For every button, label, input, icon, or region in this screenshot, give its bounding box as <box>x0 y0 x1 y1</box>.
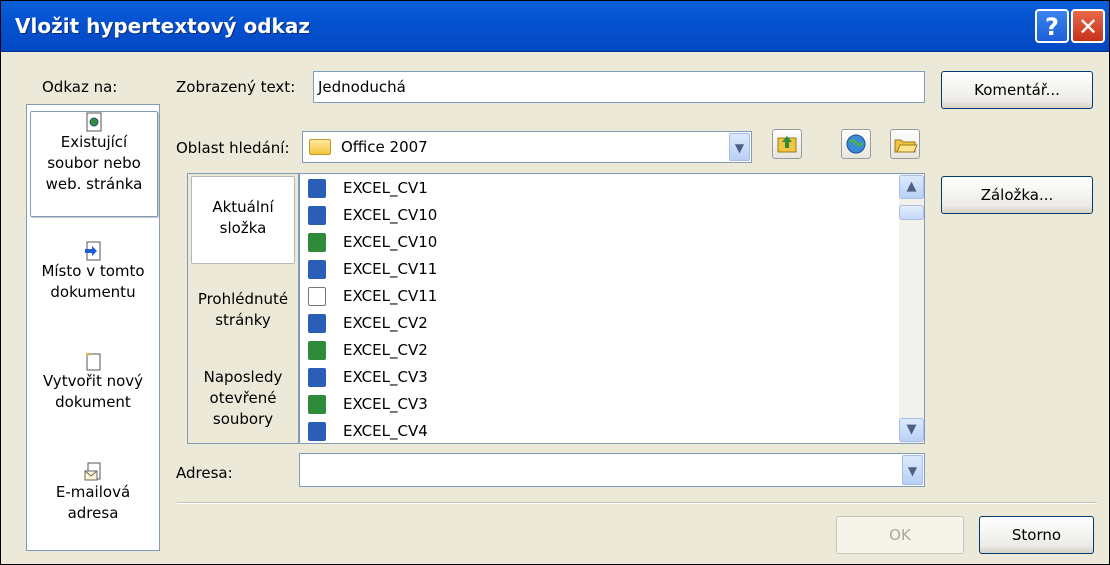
link-place-line2: dokumentu <box>50 283 136 301</box>
link-email-line2: adresa <box>67 504 119 522</box>
word-doc-icon <box>308 314 326 333</box>
look-in-dropdown[interactable]: Office 2007 ▼ <box>302 131 752 163</box>
link-to-panel: Existující soubor nebo web. stránka Míst… <box>26 104 160 551</box>
link-new-line1: Vytvořit nový <box>42 372 144 390</box>
nav-recent-line1: Naposledy <box>203 368 283 386</box>
comment-button[interactable]: Komentář... <box>941 71 1093 109</box>
link-email-address[interactable]: E-mailová adresa <box>27 462 159 524</box>
ok-button[interactable]: OK <box>836 516 964 554</box>
word-doc-icon <box>308 206 326 225</box>
browse-web-icon[interactable] <box>841 129 871 159</box>
look-in-label: Oblast hledání: <box>176 139 290 157</box>
display-text-field[interactable]: Jednoduchá <box>313 71 925 103</box>
scroll-thumb[interactable] <box>899 205 924 220</box>
link-existing-file-line3: web. stránka <box>45 175 143 193</box>
hyperlink-dialog: Vložit hypertextový odkaz ? ✕ Odkaz na: … <box>0 0 1110 565</box>
nav-current-line2: složka <box>219 219 267 237</box>
nav-panel: Aktuální složka Prohlédnuté stránky Napo… <box>187 173 299 444</box>
link-existing-file-line2: soubor nebo <box>47 154 141 172</box>
up-folder-icon[interactable] <box>772 129 802 159</box>
link-existing-file-line1: Existující <box>60 133 128 151</box>
excel-doc-icon <box>308 341 326 360</box>
link-to-label: Odkaz na: <box>42 78 118 96</box>
file-list[interactable]: EXCEL_CV1 EXCEL_CV10 EXCEL_CV10 EXCEL_CV… <box>299 173 925 444</box>
link-place-in-document[interactable]: Místo v tomto dokumentu <box>27 241 159 303</box>
email-icon <box>84 462 102 482</box>
chevron-down-icon[interactable]: ▼ <box>902 455 923 485</box>
address-label: Adresa: <box>176 464 233 482</box>
link-new-line2: dokument <box>55 393 131 411</box>
word-doc-icon <box>308 179 326 198</box>
nav-recent-files[interactable]: Naposledy otevřené soubory <box>188 367 298 430</box>
look-in-value: Office 2007 <box>341 138 428 156</box>
nav-current-line1: Aktuální <box>212 198 274 216</box>
dialog-title: Vložit hypertextový odkaz <box>15 14 310 38</box>
nav-browsed-line1: Prohlédnuté <box>197 290 289 308</box>
chevron-down-icon[interactable]: ▼ <box>729 133 750 161</box>
divider <box>177 502 1097 504</box>
nav-current-folder[interactable]: Aktuální složka <box>191 176 295 264</box>
browse-file-icon[interactable] <box>890 129 920 159</box>
link-existing-file[interactable]: Existující soubor nebo web. stránka <box>30 111 158 217</box>
new-document-icon <box>84 351 102 371</box>
nav-browsed-pages[interactable]: Prohlédnuté stránky <box>188 289 298 331</box>
cancel-button[interactable]: Storno <box>979 516 1094 554</box>
excel-doc-icon <box>308 233 326 252</box>
close-button[interactable]: ✕ <box>1071 9 1105 43</box>
word-doc-icon <box>308 368 326 387</box>
scroll-down-button[interactable]: ▼ <box>899 418 924 442</box>
bookmark-button[interactable]: Záložka... <box>941 176 1093 214</box>
existing-file-icon <box>85 112 103 132</box>
nav-recent-line2: otevřené <box>209 389 277 407</box>
display-text-label: Zobrazený text: <box>176 78 296 96</box>
file-list-scrollbar[interactable]: ▲ ▼ <box>899 174 924 443</box>
link-place-line1: Místo v tomto <box>41 262 145 280</box>
address-field[interactable]: ▼ <box>299 453 925 487</box>
place-in-document-icon <box>84 241 102 261</box>
word-doc-icon <box>308 260 326 279</box>
display-text-value: Jednoduchá <box>318 78 406 96</box>
help-button[interactable]: ? <box>1035 9 1069 43</box>
nav-browsed-line2: stránky <box>215 311 271 329</box>
link-new-document[interactable]: Vytvořit nový dokument <box>27 351 159 413</box>
scroll-up-button[interactable]: ▲ <box>899 175 924 199</box>
word-doc-icon <box>308 422 326 441</box>
nav-recent-line3: soubory <box>212 410 274 428</box>
title-bar: Vložit hypertextový odkaz ? ✕ <box>1 1 1109 52</box>
text-file-icon <box>308 287 326 306</box>
excel-doc-icon <box>308 395 326 414</box>
link-email-line1: E-mailová <box>55 483 131 501</box>
folder-icon <box>309 139 331 155</box>
